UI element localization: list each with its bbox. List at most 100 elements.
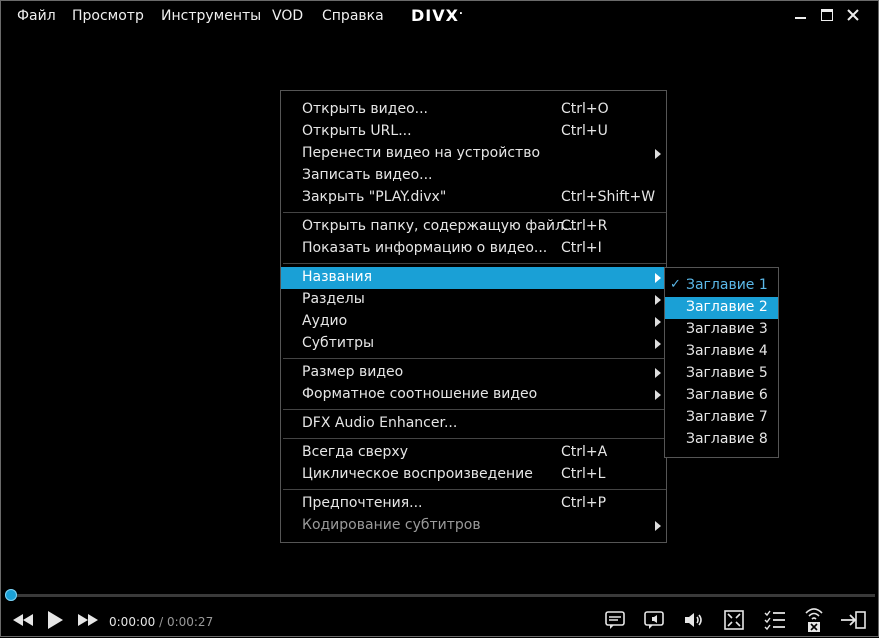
submenu-arrow-icon xyxy=(655,368,661,378)
menu-item-open-video[interactable]: Открыть видео... Ctrl+O xyxy=(281,99,666,121)
seek-handle[interactable] xyxy=(5,589,17,601)
menu-item-label: Размер видео xyxy=(302,364,404,380)
submenu-item-title-6[interactable]: Заглавие 6 xyxy=(665,385,778,407)
menu-item-label: Субтитры xyxy=(302,335,375,351)
menu-item-label: Предпочтения... xyxy=(302,495,423,511)
menu-item-shortcut: Ctrl+R xyxy=(561,218,608,234)
menu-item-record-video[interactable]: Записать видео... xyxy=(281,165,666,187)
menu-item-video-info[interactable]: Показать информацию о видео... Ctrl+I xyxy=(281,238,666,260)
submenu-arrow-icon xyxy=(655,317,661,327)
fast-forward-icon[interactable] xyxy=(76,612,100,632)
submenu-item-title-5[interactable]: Заглавие 5 xyxy=(665,363,778,385)
menu-item-video-size[interactable]: Размер видео xyxy=(281,362,666,384)
menu-item-audio[interactable]: Аудио xyxy=(281,311,666,333)
submenu-item-label: Заглавие 2 xyxy=(686,299,768,315)
titles-submenu: ✓ Заглавие 1 Заглавие 2 Заглавие 3 Загла… xyxy=(664,267,779,458)
subtitles-icon[interactable] xyxy=(604,609,626,635)
volume-icon[interactable] xyxy=(683,609,705,635)
divx-logo-text: DIVX xyxy=(411,6,459,25)
menu-item-titles[interactable]: Названия xyxy=(281,267,666,289)
submenu-item-label: Заглавие 7 xyxy=(686,409,768,425)
checkmark-icon: ✓ xyxy=(670,277,681,292)
submenu-arrow-icon xyxy=(655,390,661,400)
divx-logo: DIVX. xyxy=(411,6,464,25)
menu-item-label: Перенести видео на устройство xyxy=(302,145,541,161)
submenu-item-title-8[interactable]: Заглавие 8 xyxy=(665,429,778,451)
menu-item-label: Форматное соотношение видео xyxy=(302,386,538,402)
total-time: 0:00:27 xyxy=(166,615,214,629)
menu-item-label: Закрыть "PLAY.divx" xyxy=(302,189,447,205)
playlist-icon[interactable] xyxy=(763,609,787,635)
play-icon[interactable] xyxy=(46,610,64,634)
menu-item-loop-playback[interactable]: Циклическое воспроизведение Ctrl+L xyxy=(281,464,666,486)
submenu-arrow-icon xyxy=(655,149,661,159)
menu-item-label: Открыть видео... xyxy=(302,101,428,117)
maximize-icon[interactable] xyxy=(818,6,838,24)
menu-item-shortcut: Ctrl+Shift+W xyxy=(561,189,656,205)
menu-item-label: Открыть URL... xyxy=(302,123,412,139)
menu-item-shortcut: Ctrl+I xyxy=(561,240,602,256)
menu-tools[interactable]: Инструменты xyxy=(161,8,261,24)
submenu-item-title-2[interactable]: Заглавие 2 xyxy=(665,297,778,319)
menu-bar: Файл Просмотр Инструменты VOD Справка DI… xyxy=(1,1,878,33)
menu-item-label: Открыть папку, содержащую файл... xyxy=(302,218,578,234)
menu-item-shortcut: Ctrl+A xyxy=(561,444,608,460)
menu-item-dfx-audio[interactable]: DFX Audio Enhancer... xyxy=(281,413,666,435)
menu-item-open-url[interactable]: Открыть URL... Ctrl+U xyxy=(281,121,666,143)
menu-vod[interactable]: VOD xyxy=(272,8,303,24)
menu-separator xyxy=(283,409,666,410)
submenu-item-title-4[interactable]: Заглавие 4 xyxy=(665,341,778,363)
menu-separator xyxy=(283,489,666,490)
close-icon[interactable] xyxy=(844,6,864,24)
menu-item-open-folder[interactable]: Открыть папку, содержащую файл... Ctrl+R xyxy=(281,216,666,238)
menu-separator xyxy=(283,358,666,359)
menu-separator xyxy=(283,263,666,264)
menu-item-label: Всегда сверху xyxy=(302,444,408,460)
menu-item-shortcut: Ctrl+P xyxy=(561,495,607,511)
submenu-item-title-3[interactable]: Заглавие 3 xyxy=(665,319,778,341)
submenu-item-title-1[interactable]: ✓ Заглавие 1 xyxy=(665,275,778,297)
submenu-arrow-icon xyxy=(655,521,661,531)
player-window: Файл Просмотр Инструменты VOD Справка DI… xyxy=(0,0,879,637)
menu-item-subtitle-encoding[interactable]: Кодирование субтитров xyxy=(281,515,666,537)
menu-item-label: Кодирование субтитров xyxy=(302,517,481,533)
cast-icon[interactable] xyxy=(803,606,825,638)
seek-bar[interactable] xyxy=(7,594,875,597)
menu-item-shortcut: Ctrl+U xyxy=(561,123,608,139)
playback-time: 0:00:00 / 0:00:27 xyxy=(109,615,213,629)
exit-icon[interactable] xyxy=(839,609,867,635)
menu-item-shortcut: Ctrl+O xyxy=(561,101,609,117)
menu-item-label: Циклическое воспроизведение xyxy=(302,466,533,482)
menu-item-subtitles[interactable]: Субтитры xyxy=(281,333,666,355)
menu-item-label: Разделы xyxy=(302,291,365,307)
submenu-arrow-icon xyxy=(655,295,661,305)
submenu-arrow-icon xyxy=(655,339,661,349)
submenu-item-label: Заглавие 4 xyxy=(686,343,768,359)
control-bar: 0:00:00 / 0:00:27 xyxy=(1,604,878,638)
context-menu: Открыть видео... Ctrl+O Открыть URL... C… xyxy=(280,90,667,543)
submenu-item-label: Заглавие 6 xyxy=(686,387,768,403)
fullscreen-icon[interactable] xyxy=(723,609,745,635)
menu-item-always-on-top[interactable]: Всегда сверху Ctrl+A xyxy=(281,442,666,464)
submenu-item-label: Заглавие 5 xyxy=(686,365,768,381)
menu-item-label: Названия xyxy=(302,269,373,285)
current-time: 0:00:00 xyxy=(109,615,156,629)
time-separator: / xyxy=(155,615,167,629)
menu-item-close-file[interactable]: Закрыть "PLAY.divx" Ctrl+Shift+W xyxy=(281,187,666,209)
menu-separator xyxy=(283,212,666,213)
menu-file[interactable]: Файл xyxy=(17,8,56,24)
submenu-item-label: Заглавие 8 xyxy=(686,431,768,447)
divx-logo-mark: . xyxy=(458,6,464,17)
menu-item-preferences[interactable]: Предпочтения... Ctrl+P xyxy=(281,493,666,515)
submenu-item-label: Заглавие 3 xyxy=(686,321,768,337)
submenu-item-title-7[interactable]: Заглавие 7 xyxy=(665,407,778,429)
audio-track-icon[interactable] xyxy=(643,609,665,635)
submenu-arrow-icon xyxy=(655,273,661,283)
minimize-icon[interactable] xyxy=(791,6,811,24)
rewind-icon[interactable] xyxy=(11,612,35,632)
menu-item-transfer-to-device[interactable]: Перенести видео на устройство xyxy=(281,143,666,165)
menu-item-chapters[interactable]: Разделы xyxy=(281,289,666,311)
menu-view[interactable]: Просмотр xyxy=(72,8,144,24)
menu-help[interactable]: Справка xyxy=(322,8,384,24)
menu-item-aspect-ratio[interactable]: Форматное соотношение видео xyxy=(281,384,666,406)
